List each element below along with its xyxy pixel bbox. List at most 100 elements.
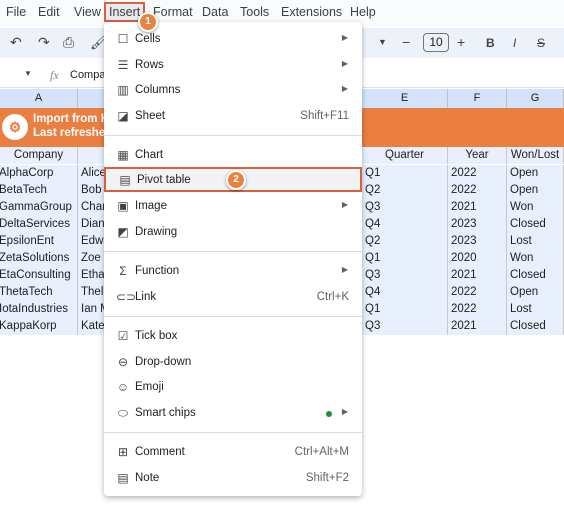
menu-item-image[interactable]: ▣ Image ▶ <box>104 195 362 219</box>
column-header-0[interactable]: A <box>0 89 78 108</box>
submenu-arrow-icon: ▶ <box>341 407 348 416</box>
menu-item-drop-down[interactable]: ⊖ Drop-down <box>104 351 362 375</box>
cell[interactable]: EpsilonEnt <box>0 233 78 250</box>
cell[interactable]: BetaTech <box>0 182 78 199</box>
menu-item-label: Emoji <box>135 381 164 393</box>
font-dropdown-icon[interactable]: ▼ <box>378 37 387 47</box>
step-badge-1: 1 <box>138 12 158 32</box>
column-header-4[interactable]: E <box>362 89 448 108</box>
cell[interactable]: 2021 <box>448 318 507 335</box>
font-size-input[interactable]: 10 <box>423 33 449 52</box>
menu-item-emoji[interactable]: ☺ Emoji <box>104 376 362 400</box>
cell[interactable]: 2021 <box>448 267 507 284</box>
cell[interactable]: GammaGroup <box>0 199 78 216</box>
menu-item-smart-chips[interactable]: ⬭ Smart chips ▶ <box>104 402 362 426</box>
cell[interactable]: Q1 <box>362 250 448 267</box>
shortcut: Shift+F11 <box>300 110 349 122</box>
menu-edit[interactable]: Edit <box>38 5 60 19</box>
cell[interactable]: Q4 <box>362 216 448 233</box>
cell[interactable]: Quarter <box>362 147 448 164</box>
cell[interactable]: Won <box>507 199 564 216</box>
pivot-table-icon: ▤ <box>119 173 131 187</box>
cell[interactable]: Q3 <box>362 199 448 216</box>
cell[interactable]: Closed <box>507 318 564 335</box>
cell[interactable]: IotaIndustries <box>0 301 78 318</box>
cell[interactable]: Year <box>448 147 507 164</box>
increase-font-button[interactable]: + <box>457 34 465 50</box>
menu-file[interactable]: File <box>6 5 26 19</box>
italic-button[interactable]: I <box>513 36 516 50</box>
cell[interactable]: AlphaCorp <box>0 165 78 182</box>
cell[interactable]: Closed <box>507 216 564 233</box>
menu-item-label: Sheet <box>135 110 166 122</box>
menu-extensions[interactable]: Extensions <box>281 5 342 19</box>
menu-item-cells[interactable]: ☐ Cells ▶ <box>104 28 362 52</box>
sheet-icon: ◪ <box>117 109 129 123</box>
menu-item-link[interactable]: ⊂⊃ Link Ctrl+K <box>104 286 362 310</box>
banner-title: Import from H <box>33 113 110 125</box>
menu-item-function[interactable]: Σ Function ▶ <box>104 260 362 284</box>
menu-data[interactable]: Data <box>202 5 228 19</box>
strikethrough-button[interactable]: S <box>537 36 545 50</box>
cell[interactable]: 2022 <box>448 301 507 318</box>
cell[interactable]: Lost <box>507 233 564 250</box>
menu-item-sheet[interactable]: ◪ Sheet Shift+F11 <box>104 105 362 129</box>
note-icon: ▤ <box>117 471 129 485</box>
cell[interactable]: 2023 <box>448 233 507 250</box>
cell[interactable]: Q2 <box>362 182 448 199</box>
cell[interactable]: Q1 <box>362 301 448 318</box>
menu-item-note[interactable]: ▤ Note Shift+F2 <box>104 467 362 491</box>
column-header-6[interactable]: G <box>507 89 564 108</box>
menu-item-label: Note <box>135 472 160 484</box>
cell[interactable]: Q2 <box>362 233 448 250</box>
image-icon: ▣ <box>117 199 129 213</box>
cell[interactable]: 2021 <box>448 199 507 216</box>
menu-item-comment[interactable]: ⊞ Comment Ctrl+Alt+M <box>104 441 362 465</box>
cell[interactable]: ZetaSolutions <box>0 250 78 267</box>
cell[interactable]: ThetaTech <box>0 284 78 301</box>
cell[interactable]: KappaKorp <box>0 318 78 335</box>
menu-tools[interactable]: Tools <box>240 5 269 19</box>
name-box-dropdown-icon[interactable]: ▼ <box>24 69 32 78</box>
cell[interactable]: Lost <box>507 301 564 318</box>
submenu-arrow-icon: ▶ <box>341 265 348 274</box>
chart-icon: ▦ <box>117 148 129 162</box>
cell[interactable]: Open <box>507 165 564 182</box>
cell[interactable]: Company <box>0 147 78 164</box>
menu-divider <box>104 251 362 252</box>
cell[interactable]: Q3 <box>362 318 448 335</box>
cell[interactable]: DeltaServices <box>0 216 78 233</box>
menu-format[interactable]: Format <box>153 5 193 19</box>
smart-chips-icon: ⬭ <box>117 406 129 420</box>
menu-help[interactable]: Help <box>350 5 376 19</box>
menu-item-columns[interactable]: ▥ Columns ▶ <box>104 79 362 103</box>
cell[interactable]: Won <box>507 250 564 267</box>
cell[interactable]: 2022 <box>448 182 507 199</box>
link-icon: ⊂⊃ <box>116 290 137 304</box>
menu-divider <box>104 316 362 317</box>
cell[interactable]: Open <box>507 284 564 301</box>
redo-icon[interactable]: ↷ <box>38 34 50 51</box>
undo-icon[interactable]: ↶ <box>10 34 22 51</box>
cell[interactable]: 2022 <box>448 165 507 182</box>
bold-button[interactable]: B <box>486 36 495 50</box>
cell[interactable]: Q1 <box>362 165 448 182</box>
print-icon[interactable]: ⎙ <box>63 34 74 51</box>
column-header-5[interactable]: F <box>448 89 507 108</box>
cell[interactable]: 2020 <box>448 250 507 267</box>
cell[interactable]: EtaConsulting <box>0 267 78 284</box>
menu-item-chart[interactable]: ▦ Chart <box>104 144 362 168</box>
cell[interactable]: 2022 <box>448 284 507 301</box>
cell[interactable]: Open <box>507 182 564 199</box>
cell[interactable]: Won/Lost <box>507 147 564 164</box>
menu-view[interactable]: View <box>74 5 101 19</box>
menu-item-drawing[interactable]: ◩ Drawing <box>104 221 362 245</box>
cell[interactable]: Closed <box>507 267 564 284</box>
menu-item-rows[interactable]: ☰ Rows ▶ <box>104 54 362 78</box>
cell[interactable]: 2023 <box>448 216 507 233</box>
menu-item-label: Comment <box>135 446 185 458</box>
cell[interactable]: Q3 <box>362 267 448 284</box>
menu-item-tick-box[interactable]: ☑ Tick box <box>104 325 362 349</box>
decrease-font-button[interactable]: − <box>402 34 410 50</box>
cell[interactable]: Q4 <box>362 284 448 301</box>
